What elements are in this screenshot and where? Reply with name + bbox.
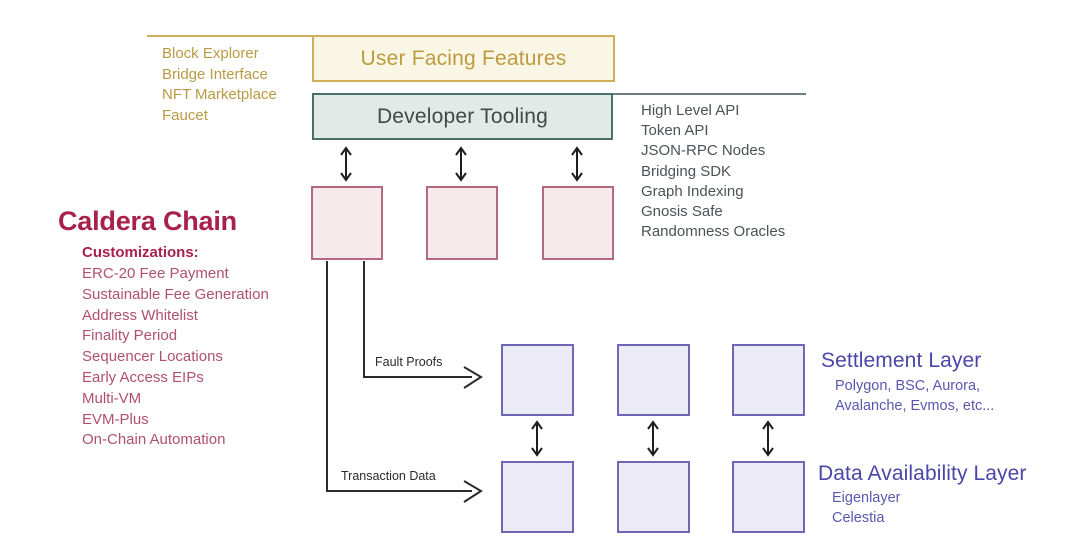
list-item: Early Access EIPs (82, 368, 204, 386)
list-item: Randomness Oracles (641, 223, 786, 241)
user-facing-features-list: Block Explorer Bridge Interface NFT Mark… (162, 44, 277, 126)
list-item: ERC-20 Fee Payment (82, 265, 229, 282)
list-item: Graph Indexing (641, 182, 744, 200)
list-item: Gnosis Safe (641, 203, 723, 221)
settlement-layer-node[interactable] (732, 344, 805, 416)
list-item: Address Whitelist (82, 306, 198, 324)
list-item: Multi-VM (82, 389, 142, 407)
list-item: Sequencer Locations (82, 348, 223, 366)
list-item: Polygon, BSC, Aurora, (835, 378, 981, 394)
diagram-canvas: User Facing Features Developer Tooling B… (0, 0, 1080, 542)
customizations-list: Customizations: ERC-20 Fee Payment Susta… (82, 242, 269, 451)
data-availability-layer-subtitle: Eigenlayer Celestia (832, 489, 1027, 528)
developer-tooling-label: Developer Tooling (376, 104, 549, 128)
data-availability-layer-group: Data Availability Layer Eigenlayer Celes… (818, 462, 1027, 528)
list-item: Sustainable Fee Generation (82, 285, 269, 303)
list-item: Avalanche, Evmos, etc... (835, 397, 995, 414)
list-item: Faucet (162, 106, 208, 124)
settlement-layer-group: Settlement Layer Polygon, BSC, Aurora, A… (821, 349, 994, 416)
list-item: Eigenlayer (832, 490, 901, 506)
caldera-chain-node[interactable] (426, 186, 498, 260)
fault-proofs-label: Fault Proofs (375, 355, 443, 369)
user-facing-features-banner[interactable]: User Facing Features (312, 35, 615, 82)
list-item: JSON-RPC Nodes (641, 142, 766, 160)
list-item: High Level API (641, 102, 740, 119)
user-facing-features-label: User Facing Features (360, 46, 567, 70)
list-item: Finality Period (82, 327, 178, 345)
developer-tooling-list: High Level API Token API JSON-RPC Nodes … (641, 101, 785, 242)
settlement-layer-node[interactable] (617, 344, 690, 416)
settlement-layer-title: Settlement Layer (821, 349, 982, 372)
list-item: Celestia (832, 509, 885, 526)
caldera-chain-node[interactable] (542, 186, 614, 260)
data-availability-layer-node[interactable] (501, 461, 574, 533)
data-availability-layer-node[interactable] (732, 461, 805, 533)
list-item: On-Chain Automation (82, 431, 226, 449)
list-item: Bridging SDK (641, 162, 732, 180)
list-item: Block Explorer (162, 45, 259, 62)
data-availability-layer-node[interactable] (617, 461, 690, 533)
transaction-data-label: Transaction Data (341, 469, 436, 483)
settlement-layer-node[interactable] (501, 344, 574, 416)
list-item: EVM-Plus (82, 410, 149, 428)
list-item: Bridge Interface (162, 65, 268, 83)
list-item: NFT Marketplace (162, 86, 277, 103)
customizations-heading: Customizations: (82, 244, 199, 261)
caldera-chain-node[interactable] (311, 186, 383, 260)
caldera-chain-title: Caldera Chain (58, 206, 237, 236)
list-item: Token API (641, 122, 709, 140)
developer-tooling-banner[interactable]: Developer Tooling (312, 93, 613, 140)
data-availability-layer-title: Data Availability Layer (818, 462, 1027, 485)
settlement-layer-subtitle: Polygon, BSC, Aurora, Avalanche, Evmos, … (835, 377, 994, 416)
